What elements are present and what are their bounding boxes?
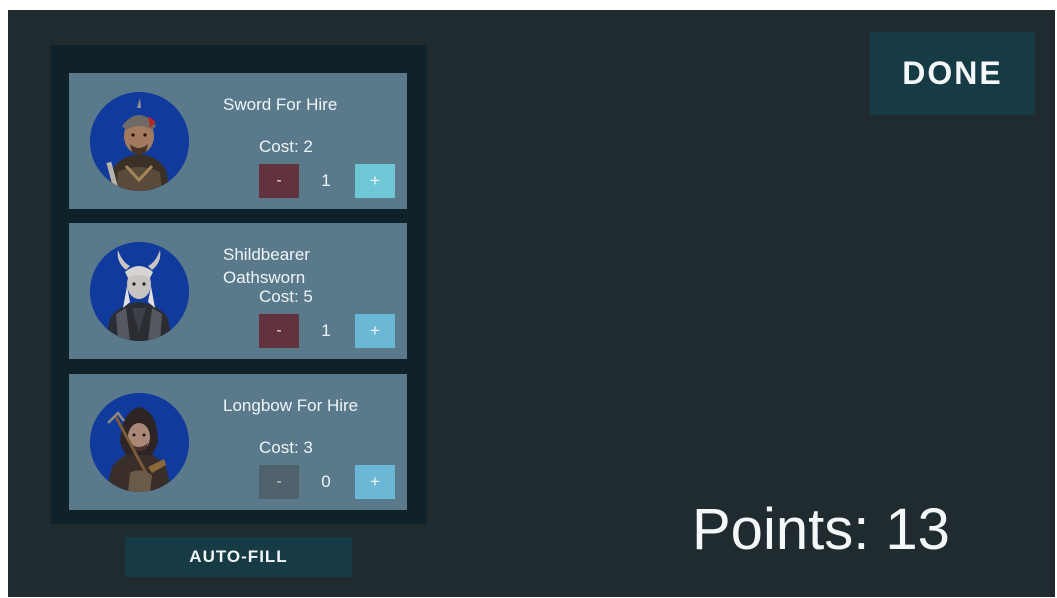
unit-card-longbow-for-hire: Longbow For Hire Cost: 3 - 0 + bbox=[69, 374, 407, 510]
unit-cost: Cost: 3 bbox=[259, 438, 313, 457]
points-counter: Points: 13 bbox=[692, 497, 950, 562]
done-button[interactable]: DONE bbox=[870, 32, 1035, 115]
unit-card-shildbearer-oathsworn: Shildbearer Oathsworn Cost: 5 - 1 + bbox=[69, 223, 407, 359]
horned-knight-portrait-icon bbox=[90, 242, 189, 341]
decrease-button[interactable]: - bbox=[259, 164, 299, 198]
unit-quantity: 1 bbox=[321, 171, 331, 190]
hooded-archer-portrait-icon bbox=[90, 393, 189, 492]
unit-name: Sword For Hire bbox=[223, 95, 338, 114]
decrease-button[interactable]: - bbox=[259, 465, 299, 499]
increase-button[interactable]: + bbox=[355, 164, 395, 198]
increase-button[interactable]: + bbox=[355, 314, 395, 348]
unit-cost: Cost: 5 bbox=[259, 287, 313, 306]
decrease-button[interactable]: - bbox=[259, 314, 299, 348]
unit-quantity: 0 bbox=[321, 472, 331, 491]
unit-card-sword-for-hire: Sword For Hire Cost: 2 - 1 + bbox=[69, 73, 407, 209]
unit-name: Longbow For Hire bbox=[223, 396, 359, 415]
sword-mercenary-portrait-icon bbox=[90, 92, 189, 191]
unit-quantity: 1 bbox=[321, 321, 331, 340]
unit-cost: Cost: 2 bbox=[259, 137, 313, 156]
auto-fill-button[interactable]: AUTO-FILL bbox=[125, 537, 352, 577]
increase-button[interactable]: + bbox=[355, 465, 395, 499]
unit-name: Shildbearer Oathsworn bbox=[223, 245, 310, 287]
